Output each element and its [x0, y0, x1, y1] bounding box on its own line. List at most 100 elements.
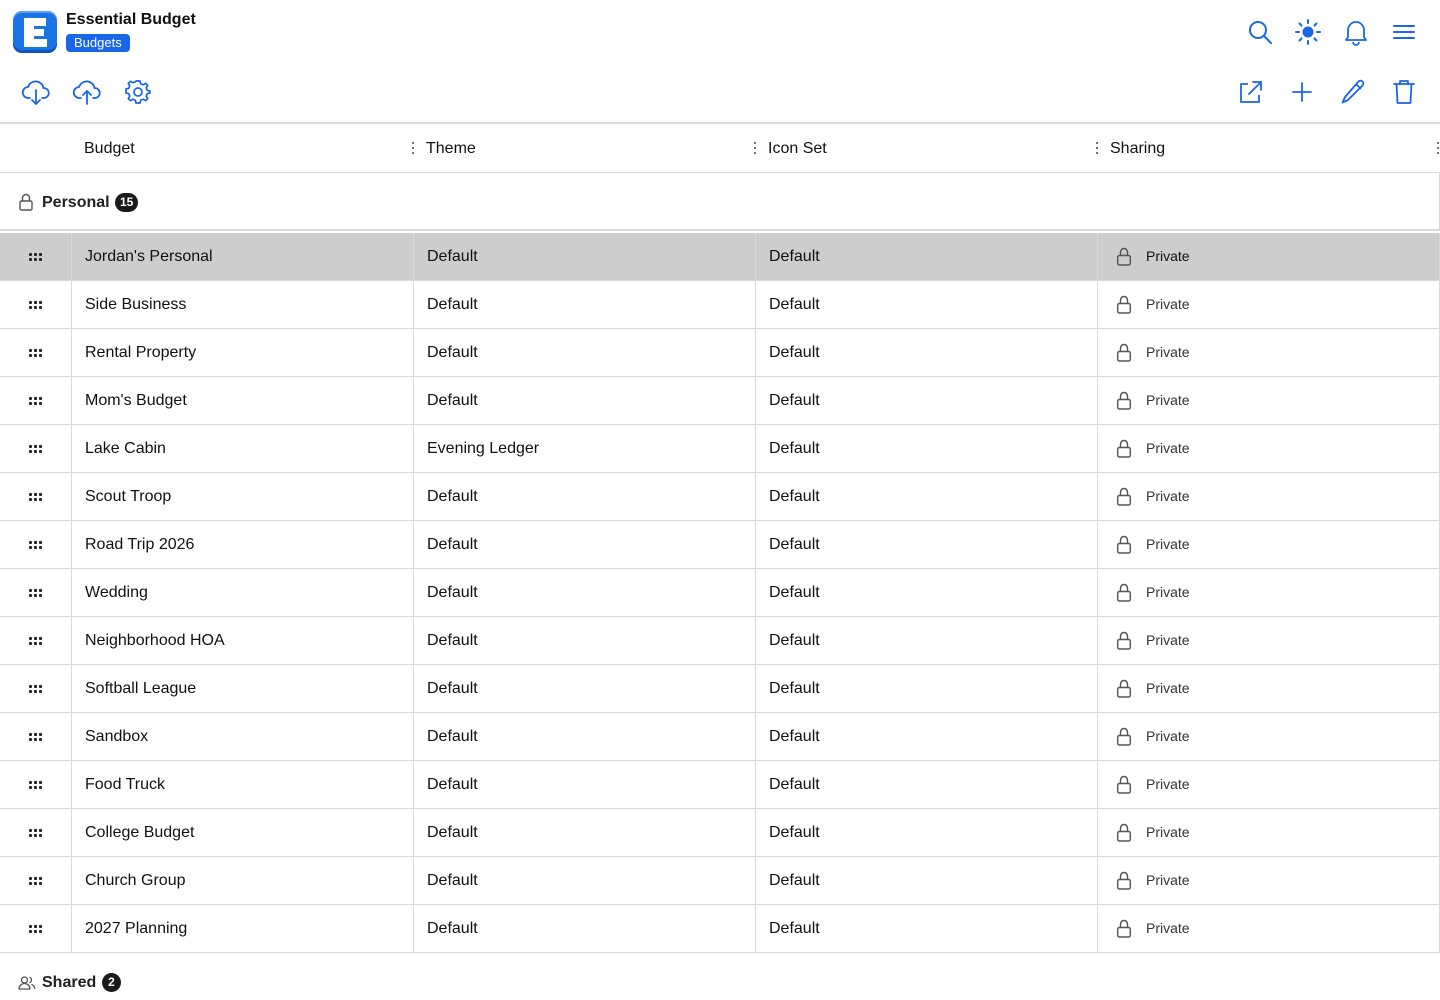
budget-name-cell[interactable]: Scout Troop: [71, 473, 414, 520]
icon-set-cell[interactable]: Default: [755, 377, 1098, 424]
drag-handle[interactable]: [0, 617, 71, 664]
budget-name-cell[interactable]: Rental Property: [71, 329, 414, 376]
table-row[interactable]: Food Truck Default Default Private: [0, 761, 1440, 809]
budget-name-cell[interactable]: Mom's Budget: [71, 377, 414, 424]
menu-button[interactable]: [1389, 17, 1419, 47]
settings-button[interactable]: [123, 77, 153, 107]
sharing-cell[interactable]: Private: [1097, 425, 1440, 472]
budget-name-cell[interactable]: Side Business: [71, 281, 414, 328]
table-row[interactable]: Rental Property Default Default Private: [0, 329, 1440, 377]
icon-set-cell[interactable]: Default: [755, 905, 1098, 952]
budget-name-cell[interactable]: College Budget: [71, 809, 414, 856]
theme-cell[interactable]: Default: [413, 473, 756, 520]
column-header-budget[interactable]: Budget: [84, 125, 135, 173]
budget-name-cell[interactable]: Sandbox: [71, 713, 414, 760]
search-button[interactable]: [1245, 17, 1275, 47]
column-resize-handle[interactable]: [1433, 140, 1440, 156]
column-resize-handle[interactable]: [408, 140, 418, 156]
upload-button[interactable]: [72, 77, 102, 107]
sharing-cell[interactable]: Private: [1097, 521, 1440, 568]
open-budget-button[interactable]: [1235, 77, 1265, 107]
theme-cell[interactable]: Default: [413, 857, 756, 904]
drag-handle[interactable]: [0, 905, 71, 952]
icon-set-cell[interactable]: Default: [755, 617, 1098, 664]
drag-handle[interactable]: [0, 521, 71, 568]
edit-budget-button[interactable]: [1338, 77, 1368, 107]
table-row[interactable]: Scout Troop Default Default Private: [0, 473, 1440, 521]
table-row[interactable]: Sandbox Default Default Private: [0, 713, 1440, 761]
theme-cell[interactable]: Default: [413, 761, 756, 808]
drag-handle[interactable]: [0, 665, 71, 712]
column-header-sharing[interactable]: Sharing: [1110, 125, 1165, 173]
table-row[interactable]: Lake Cabin Evening Ledger Default Private: [0, 425, 1440, 473]
budget-name-cell[interactable]: Neighborhood HOA: [71, 617, 414, 664]
sharing-cell[interactable]: Private: [1097, 857, 1440, 904]
sharing-cell[interactable]: Private: [1097, 473, 1440, 520]
drag-handle[interactable]: [0, 281, 71, 328]
notifications-button[interactable]: [1341, 17, 1371, 47]
table-row[interactable]: Road Trip 2026 Default Default Private: [0, 521, 1440, 569]
icon-set-cell[interactable]: Default: [755, 761, 1098, 808]
icon-set-cell[interactable]: Default: [755, 329, 1098, 376]
theme-cell[interactable]: Default: [413, 329, 756, 376]
group-header-personal[interactable]: Personal 15: [0, 173, 1440, 231]
theme-cell[interactable]: Default: [413, 233, 756, 280]
theme-cell[interactable]: Default: [413, 665, 756, 712]
table-row[interactable]: Neighborhood HOA Default Default Private: [0, 617, 1440, 665]
sharing-cell[interactable]: Private: [1097, 281, 1440, 328]
column-header-theme[interactable]: Theme: [426, 125, 476, 173]
icon-set-cell[interactable]: Default: [755, 473, 1098, 520]
drag-handle[interactable]: [0, 569, 71, 616]
sharing-cell[interactable]: Private: [1097, 713, 1440, 760]
icon-set-cell[interactable]: Default: [755, 281, 1098, 328]
theme-cell[interactable]: Default: [413, 617, 756, 664]
drag-handle[interactable]: [0, 377, 71, 424]
column-resize-handle[interactable]: [1092, 140, 1102, 156]
table-row[interactable]: College Budget Default Default Private: [0, 809, 1440, 857]
theme-cell[interactable]: Default: [413, 521, 756, 568]
sharing-cell[interactable]: Private: [1097, 761, 1440, 808]
icon-set-cell[interactable]: Default: [755, 569, 1098, 616]
icon-set-cell[interactable]: Default: [755, 809, 1098, 856]
table-row[interactable]: Church Group Default Default Private: [0, 857, 1440, 905]
icon-set-cell[interactable]: Default: [755, 665, 1098, 712]
theme-cell[interactable]: Default: [413, 905, 756, 952]
theme-cell[interactable]: Default: [413, 569, 756, 616]
table-row[interactable]: Softball League Default Default Private: [0, 665, 1440, 713]
table-row[interactable]: Jordan's Personal Default Default Private: [0, 233, 1440, 281]
table-row[interactable]: 2027 Planning Default Default Private: [0, 905, 1440, 953]
icon-set-cell[interactable]: Default: [755, 857, 1098, 904]
sharing-cell[interactable]: Private: [1097, 233, 1440, 280]
icon-set-cell[interactable]: Default: [755, 425, 1098, 472]
budget-name-cell[interactable]: Church Group: [71, 857, 414, 904]
drag-handle[interactable]: [0, 329, 71, 376]
group-header-shared[interactable]: Shared 2: [0, 953, 1440, 1000]
budget-name-cell[interactable]: Jordan's Personal: [71, 233, 414, 280]
theme-toggle-button[interactable]: [1293, 17, 1323, 47]
budget-name-cell[interactable]: Wedding: [71, 569, 414, 616]
icon-set-cell[interactable]: Default: [755, 521, 1098, 568]
drag-handle[interactable]: [0, 713, 71, 760]
column-resize-handle[interactable]: [750, 140, 760, 156]
icon-set-cell[interactable]: Default: [755, 233, 1098, 280]
budget-name-cell[interactable]: Softball League: [71, 665, 414, 712]
sharing-cell[interactable]: Private: [1097, 665, 1440, 712]
sharing-cell[interactable]: Private: [1097, 329, 1440, 376]
budget-name-cell[interactable]: Road Trip 2026: [71, 521, 414, 568]
theme-cell[interactable]: Default: [413, 713, 756, 760]
drag-handle[interactable]: [0, 857, 71, 904]
table-row[interactable]: Wedding Default Default Private: [0, 569, 1440, 617]
drag-handle[interactable]: [0, 473, 71, 520]
drag-handle[interactable]: [0, 761, 71, 808]
budget-name-cell[interactable]: Lake Cabin: [71, 425, 414, 472]
sharing-cell[interactable]: Private: [1097, 569, 1440, 616]
theme-cell[interactable]: Default: [413, 809, 756, 856]
download-button[interactable]: [21, 77, 51, 107]
drag-handle[interactable]: [0, 425, 71, 472]
table-row[interactable]: Side Business Default Default Private: [0, 281, 1440, 329]
budget-name-cell[interactable]: Food Truck: [71, 761, 414, 808]
theme-cell[interactable]: Default: [413, 377, 756, 424]
sharing-cell[interactable]: Private: [1097, 617, 1440, 664]
sharing-cell[interactable]: Private: [1097, 905, 1440, 952]
table-row[interactable]: Mom's Budget Default Default Private: [0, 377, 1440, 425]
